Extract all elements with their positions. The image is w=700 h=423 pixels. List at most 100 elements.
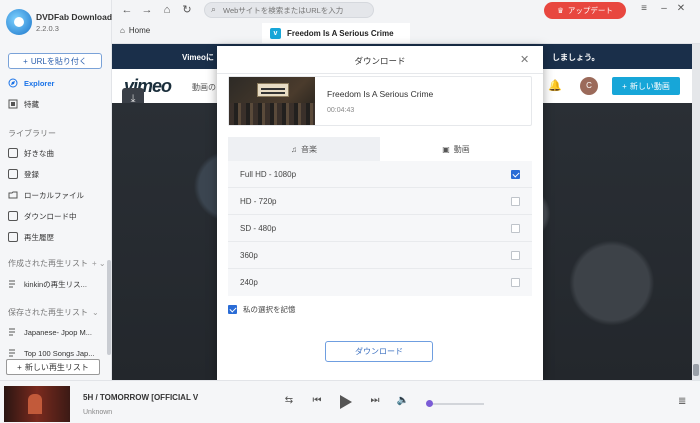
play-icon[interactable] <box>336 393 354 411</box>
video-icon: ▣ <box>442 144 450 154</box>
bell-icon[interactable]: 🔔 <box>548 79 562 92</box>
quality-option[interactable]: 240p <box>228 269 532 296</box>
new-video-label: 新しい動画 <box>629 81 670 91</box>
folder-icon <box>8 190 18 200</box>
quality-option[interactable]: SD - 480p <box>228 215 532 242</box>
quality-option[interactable]: HD - 720p <box>228 188 532 215</box>
download-dialog: ダウンロード ✕ Freedom Is A Serious Crime 00:0… <box>217 46 543 380</box>
heart-icon <box>8 148 18 158</box>
new-playlist-label: 新しい再生リスト <box>24 362 89 372</box>
quality-checkbox[interactable] <box>511 278 520 287</box>
thumbnail-crowd <box>229 103 315 125</box>
page-scrollbar[interactable] <box>692 44 700 380</box>
dialog-title: ダウンロード <box>354 56 406 66</box>
volume-slider[interactable] <box>428 403 484 405</box>
quality-option[interactable]: 360p <box>228 242 532 269</box>
remember-choice[interactable]: 私の選択を記憶 <box>228 304 296 315</box>
history-icon <box>8 232 18 242</box>
quality-option[interactable]: Full HD - 1080p <box>228 161 532 188</box>
close-icon[interactable]: ✕ <box>675 3 687 14</box>
tab-vimeo[interactable]: v Freedom Is A Serious Crime <box>262 23 410 43</box>
sidebar-item-local-files[interactable]: ローカルファイル <box>0 186 112 204</box>
repeat-icon[interactable]: ⇆ <box>282 395 296 406</box>
forward-icon[interactable]: → <box>140 3 154 17</box>
explorer-icon <box>8 78 18 88</box>
vimeo-header-text: 動画の <box>192 83 216 92</box>
playlist-item[interactable]: Japanese- Jpop M... <box>0 323 112 341</box>
track-title: 5H / TOMORROW [OFFICIAL V <box>83 393 199 402</box>
download-button[interactable]: ダウンロード <box>325 341 433 362</box>
home-icon: ⌂ <box>120 26 125 35</box>
avatar[interactable]: C <box>580 77 598 95</box>
sidebar-item-favorites[interactable]: 好きな曲 <box>0 144 112 162</box>
player-bar: 5H / TOMORROW [OFFICIAL V Unknown ⇆ ⏮ ⏭ … <box>0 380 700 423</box>
search-input[interactable] <box>223 4 368 16</box>
quality-checkbox[interactable] <box>511 197 520 206</box>
paste-url-button[interactable]: + URLを貼り付く <box>8 53 102 69</box>
playlist-icon <box>8 348 18 358</box>
quality-list: Full HD - 1080p HD - 720p SD - 480p 360p… <box>228 161 532 296</box>
track-artist: Unknown <box>83 409 113 416</box>
tab-video-label: 動画 <box>453 144 470 154</box>
playlist-label: Japanese- Jpop M... <box>24 327 92 337</box>
previous-icon[interactable]: ⏮ <box>310 395 324 406</box>
sidebar-scrollbar[interactable] <box>107 260 111 355</box>
back-icon[interactable]: ← <box>120 3 134 17</box>
sidebar-item-subscriptions[interactable]: 登録 <box>0 165 112 183</box>
sidebar-item-history[interactable]: 再生履歴 <box>0 228 112 246</box>
music-note-icon: ♫ <box>291 144 297 154</box>
download-icon <box>8 211 18 221</box>
featured-icon <box>8 99 18 109</box>
quality-checkbox[interactable] <box>511 170 520 179</box>
refresh-icon[interactable]: ↻ <box>180 3 194 17</box>
upgrade-label: アップデート <box>567 6 613 15</box>
crown-icon: ♛ <box>557 6 564 15</box>
banner-text-right: しましょう。 <box>552 53 600 62</box>
track-thumbnail[interactable] <box>4 386 70 422</box>
library-heading: ライブラリー <box>8 129 56 138</box>
tab-video[interactable]: ▣ 動画 <box>380 137 532 161</box>
sidebar-item-featured[interactable]: 特藏 <box>0 95 112 113</box>
close-icon[interactable]: ✕ <box>520 53 529 66</box>
queue-icon[interactable]: ≣ <box>678 396 686 407</box>
saved-playlists-label: 保存された再生リスト <box>8 308 88 317</box>
created-playlists-label: 作成された再生リスト <box>8 259 88 268</box>
search-icon: ⌕ <box>211 4 217 14</box>
tab-home[interactable]: ⌂ Home <box>120 26 150 35</box>
paste-url-label: URLを貼り付く <box>30 56 87 66</box>
tab-music[interactable]: ♫ 音楽 <box>228 137 380 161</box>
remember-checkbox[interactable] <box>228 305 237 314</box>
upgrade-button[interactable]: ♛ アップデート <box>544 2 626 19</box>
sidebar-item-explorer[interactable]: Explorer <box>0 74 112 92</box>
next-icon[interactable]: ⏭ <box>368 395 382 406</box>
created-playlists-heading: 作成された再生リスト + ⌄ <box>8 258 106 269</box>
format-tabs: ♫ 音楽 ▣ 動画 <box>228 137 532 161</box>
sidebar-item-label: ダウンロード中 <box>24 211 77 221</box>
top-toolbar: ← → ⌂ ↻ ⌕ ♛ アップデート ≡ – ✕ <box>112 0 700 22</box>
expand-icon[interactable]: + ⌄ <box>92 259 106 268</box>
dialog-header: ダウンロード ✕ <box>217 46 543 74</box>
search-bar[interactable]: ⌕ <box>204 2 374 18</box>
app-version: 2.2.0.3 <box>36 24 59 33</box>
sidebar-item-downloading[interactable]: ダウンロード中 <box>0 207 112 225</box>
saved-playlists-heading: 保存された再生リスト ⌄ <box>8 307 99 318</box>
new-playlist-button[interactable]: + 新しい再生リスト <box>6 359 100 375</box>
playlist-item[interactable]: kinkinの再生リス... <box>0 275 112 293</box>
volume-icon[interactable]: 🔈 <box>396 395 410 406</box>
settings-icon[interactable]: ≡ <box>638 3 650 14</box>
volume-slider-handle[interactable] <box>426 400 433 407</box>
home-icon[interactable]: ⌂ <box>160 3 174 17</box>
sidebar-item-label: Explorer <box>24 78 55 88</box>
quality-checkbox[interactable] <box>511 251 520 260</box>
new-video-button[interactable]: + 新しい動画 <box>612 77 680 95</box>
playlist-icon <box>8 279 18 289</box>
thumbnail-sign <box>257 83 289 97</box>
chevron-down-icon[interactable]: ⌄ <box>92 308 99 317</box>
quality-checkbox[interactable] <box>511 224 520 233</box>
plus-icon: + <box>622 81 627 91</box>
minimize-icon[interactable]: – <box>658 3 670 14</box>
scrollbar-thumb[interactable] <box>693 364 699 376</box>
subscription-icon <box>8 169 18 179</box>
dvdfab-logo-icon <box>6 9 32 35</box>
sidebar-item-label: 特藏 <box>24 99 39 109</box>
